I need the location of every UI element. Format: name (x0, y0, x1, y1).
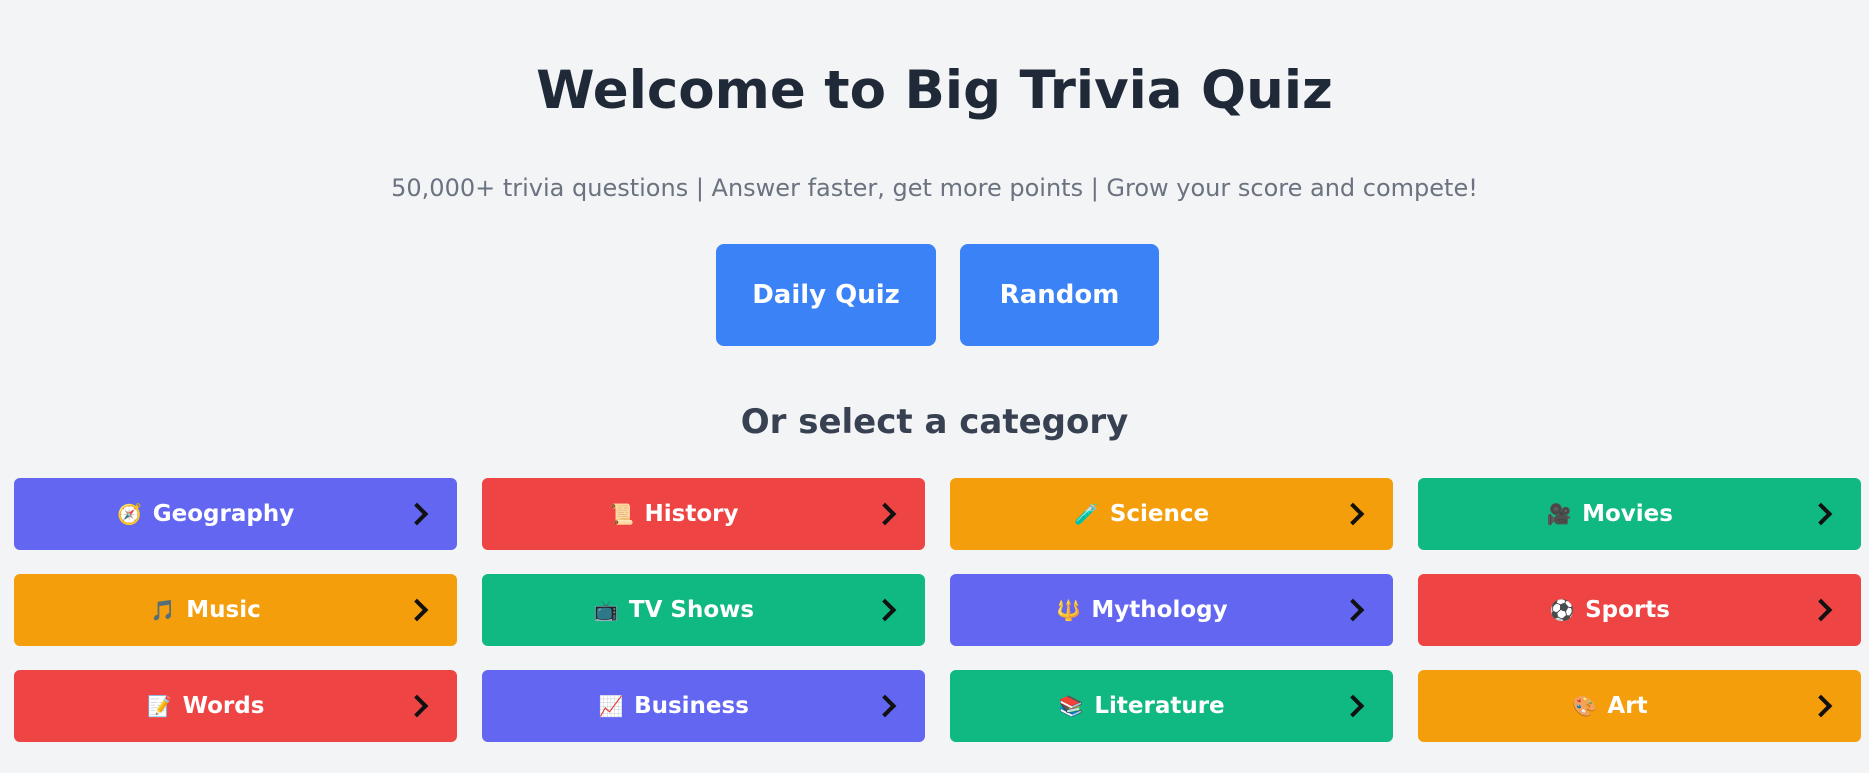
category-business-button[interactable]: 📈 Business (482, 670, 925, 742)
chevron-right-icon (405, 502, 429, 526)
category-label: Business (634, 693, 749, 719)
chevron-right-icon (1341, 694, 1365, 718)
category-geography-button[interactable]: 🧭 Geography (14, 478, 457, 550)
random-button[interactable]: Random (960, 244, 1159, 346)
category-label: Mythology (1091, 597, 1228, 623)
category-words-button[interactable]: 📝 Words (14, 670, 457, 742)
page: Welcome to Big Trivia Quiz 50,000+ trivi… (0, 0, 1869, 773)
category-mythology-button[interactable]: 🔱 Mythology (950, 574, 1393, 646)
category-label: Music (186, 597, 261, 623)
page-subtitle: 50,000+ trivia questions | Answer faster… (391, 174, 1478, 202)
compass-icon: 🧭 (117, 502, 143, 526)
category-label: History (644, 501, 739, 527)
test-tube-icon: 🧪 (1074, 502, 1100, 526)
chevron-right-icon (873, 598, 897, 622)
chevron-right-icon (405, 598, 429, 622)
category-art-button[interactable]: 🎨 Art (1418, 670, 1861, 742)
category-label: Literature (1094, 693, 1225, 719)
category-music-button[interactable]: 🎵 Music (14, 574, 457, 646)
category-label: Sports (1585, 597, 1670, 623)
television-icon: 📺 (593, 598, 619, 622)
chevron-right-icon (873, 694, 897, 718)
category-label: Art (1607, 693, 1648, 719)
chevron-right-icon (1341, 502, 1365, 526)
category-label: TV Shows (628, 597, 755, 623)
chevron-right-icon (405, 694, 429, 718)
category-label: Words (182, 693, 265, 719)
category-label: Geography (152, 501, 295, 527)
category-movies-button[interactable]: 🎥 Movies (1418, 478, 1861, 550)
movie-camera-icon: 🎥 (1546, 502, 1572, 526)
chart-increasing-icon: 📈 (598, 694, 624, 718)
category-label: Movies (1582, 501, 1673, 527)
category-sports-button[interactable]: ⚽ Sports (1418, 574, 1861, 646)
music-note-icon: 🎵 (150, 598, 176, 622)
trident-icon: 🔱 (1055, 598, 1081, 622)
chevron-right-icon (1809, 502, 1833, 526)
category-science-button[interactable]: 🧪 Science (950, 478, 1393, 550)
daily-quiz-button[interactable]: Daily Quiz (716, 244, 936, 346)
chevron-right-icon (1341, 598, 1365, 622)
chevron-right-icon (873, 502, 897, 526)
page-title: Welcome to Big Trivia Quiz (536, 60, 1333, 121)
chevron-right-icon (1809, 694, 1833, 718)
category-history-button[interactable]: 📜 History (482, 478, 925, 550)
category-tv-shows-button[interactable]: 📺 TV Shows (482, 574, 925, 646)
category-literature-button[interactable]: 📚 Literature (950, 670, 1393, 742)
scroll-icon: 📜 (609, 502, 634, 526)
category-grid: 🧭 Geography 📜 History 🧪 Science 🎥 Movies… (14, 478, 1861, 742)
category-heading: Or select a category (740, 402, 1129, 442)
books-icon: 📚 (1058, 694, 1084, 718)
soccer-ball-icon: ⚽ (1549, 598, 1575, 622)
chevron-right-icon (1809, 598, 1833, 622)
category-label: Science (1109, 501, 1210, 527)
memo-icon: 📝 (147, 694, 173, 718)
palette-icon: 🎨 (1571, 694, 1597, 718)
